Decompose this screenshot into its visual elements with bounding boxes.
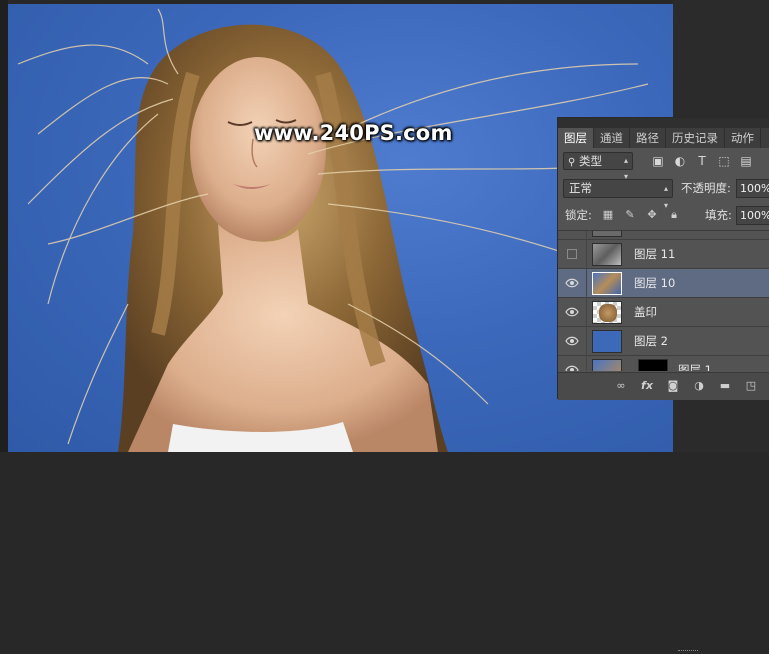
adjustment-filter-icon[interactable]: ◐ xyxy=(673,154,687,168)
layer-name[interactable]: 盖印 xyxy=(634,298,657,327)
layer-thumbnail xyxy=(592,231,622,237)
panel-footer: ∞ fx ◙ ◑ ▬ ◳ xyxy=(558,372,769,651)
new-layer-icon[interactable]: ◳ xyxy=(744,379,758,393)
layer-thumbnail xyxy=(592,301,622,324)
opacity-label: 不透明度: xyxy=(681,181,731,195)
layer-name[interactable]: 图层 2 xyxy=(634,327,668,356)
layer-thumbnail xyxy=(592,330,622,353)
search-icon: ⚲ xyxy=(568,157,576,168)
layer-row-2[interactable]: 图层 2 xyxy=(558,327,769,356)
eye-icon[interactable] xyxy=(565,306,579,318)
blend-mode-select[interactable]: 正常 ▴ ▾ xyxy=(563,179,673,210)
visibility-off-box[interactable] xyxy=(567,249,577,259)
watermark-text: www.240PS.com xyxy=(254,121,453,145)
blend-mode-value: 正常 xyxy=(569,181,592,195)
visibility-column xyxy=(586,356,587,371)
resize-grip[interactable] xyxy=(678,650,698,654)
panel-tabs: 图层 通道 路径 历史记录 动作 xyxy=(558,128,769,148)
link-icon[interactable]: ∞ xyxy=(614,379,628,393)
visibility-column xyxy=(586,231,587,240)
fx-icon[interactable]: fx xyxy=(640,379,654,393)
layer-row-1-partial[interactable]: 图层 1 xyxy=(558,356,769,371)
tab-paths[interactable]: 路径 xyxy=(630,128,666,148)
layer-name[interactable]: 图层 10 xyxy=(634,269,675,298)
layer-filter-select[interactable]: ⚲ 类型 ▴ ▾ xyxy=(563,152,633,181)
opacity-input[interactable]: 100% xyxy=(736,179,769,198)
layer-thumbnail xyxy=(592,243,622,266)
blend-row: 正常 ▴ ▾ 不透明度: 100% xyxy=(563,179,769,210)
tab-history[interactable]: 历史记录 xyxy=(666,128,725,148)
visibility-column xyxy=(586,298,587,327)
layers-list: 图层 11 图层 10 盖印 图层 2 图层 1 xyxy=(558,231,769,371)
eye-icon[interactable] xyxy=(565,277,579,289)
tab-layers[interactable]: 图层 xyxy=(558,128,594,148)
folder-icon[interactable]: ▬ xyxy=(718,379,732,393)
lock-position-icon[interactable]: ✥ xyxy=(645,208,659,222)
filter-row: ⚲ 类型 ▴ ▾ ▣ ◐ T ⬚ ▤ xyxy=(563,152,769,181)
lock-label: 锁定: xyxy=(565,208,592,222)
tab-channels[interactable]: 通道 xyxy=(594,128,630,148)
mask-icon[interactable]: ◙ xyxy=(666,379,680,393)
layer-row-stamp[interactable]: 盖印 xyxy=(558,298,769,327)
eye-icon[interactable] xyxy=(565,364,579,371)
layer-name[interactable]: 图层 1 xyxy=(678,356,712,371)
visibility-column xyxy=(586,240,587,269)
fill-input[interactable]: 100% xyxy=(736,206,769,225)
layer-row-10[interactable]: 图层 10 xyxy=(558,269,769,298)
lock-row: 锁定: ▦ ✎ ✥ 🔒︎ 填充: 100% xyxy=(563,206,769,226)
workspace-left-edge xyxy=(0,0,8,452)
shape-filter-icon[interactable]: ⬚ xyxy=(717,154,731,168)
layer-row-partial[interactable] xyxy=(558,231,769,240)
eye-icon[interactable] xyxy=(565,335,579,347)
layer-name[interactable]: 图层 11 xyxy=(634,240,675,269)
filter-label: 类型 xyxy=(578,154,602,168)
visibility-column xyxy=(586,269,587,298)
visibility-column xyxy=(586,327,587,356)
lock-all-icon[interactable]: 🔒︎ xyxy=(667,208,681,222)
lock-transparency-icon[interactable]: ▦ xyxy=(601,208,615,222)
smart-object-filter-icon[interactable]: ▤ xyxy=(739,154,753,168)
text-filter-icon[interactable]: T xyxy=(695,154,709,168)
adjustment-icon[interactable]: ◑ xyxy=(692,379,706,393)
layers-panel: 图层 通道 路径 历史记录 动作 ⚲ 类型 ▴ ▾ ▣ ◐ T ⬚ ▤ 正常 ▴ ▾… xyxy=(557,117,769,651)
lock-pixels-icon[interactable]: ✎ xyxy=(623,208,637,222)
layer-thumbnail xyxy=(592,359,622,371)
layer-row-11[interactable]: 图层 11 xyxy=(558,240,769,269)
layer-thumbnail xyxy=(592,272,622,295)
layer-mask-thumbnail[interactable] xyxy=(638,359,668,371)
tab-actions[interactable]: 动作 xyxy=(725,128,761,148)
fill-label: 填充: xyxy=(705,208,732,222)
panel-grip[interactable] xyxy=(558,118,769,128)
image-filter-icon[interactable]: ▣ xyxy=(651,154,665,168)
